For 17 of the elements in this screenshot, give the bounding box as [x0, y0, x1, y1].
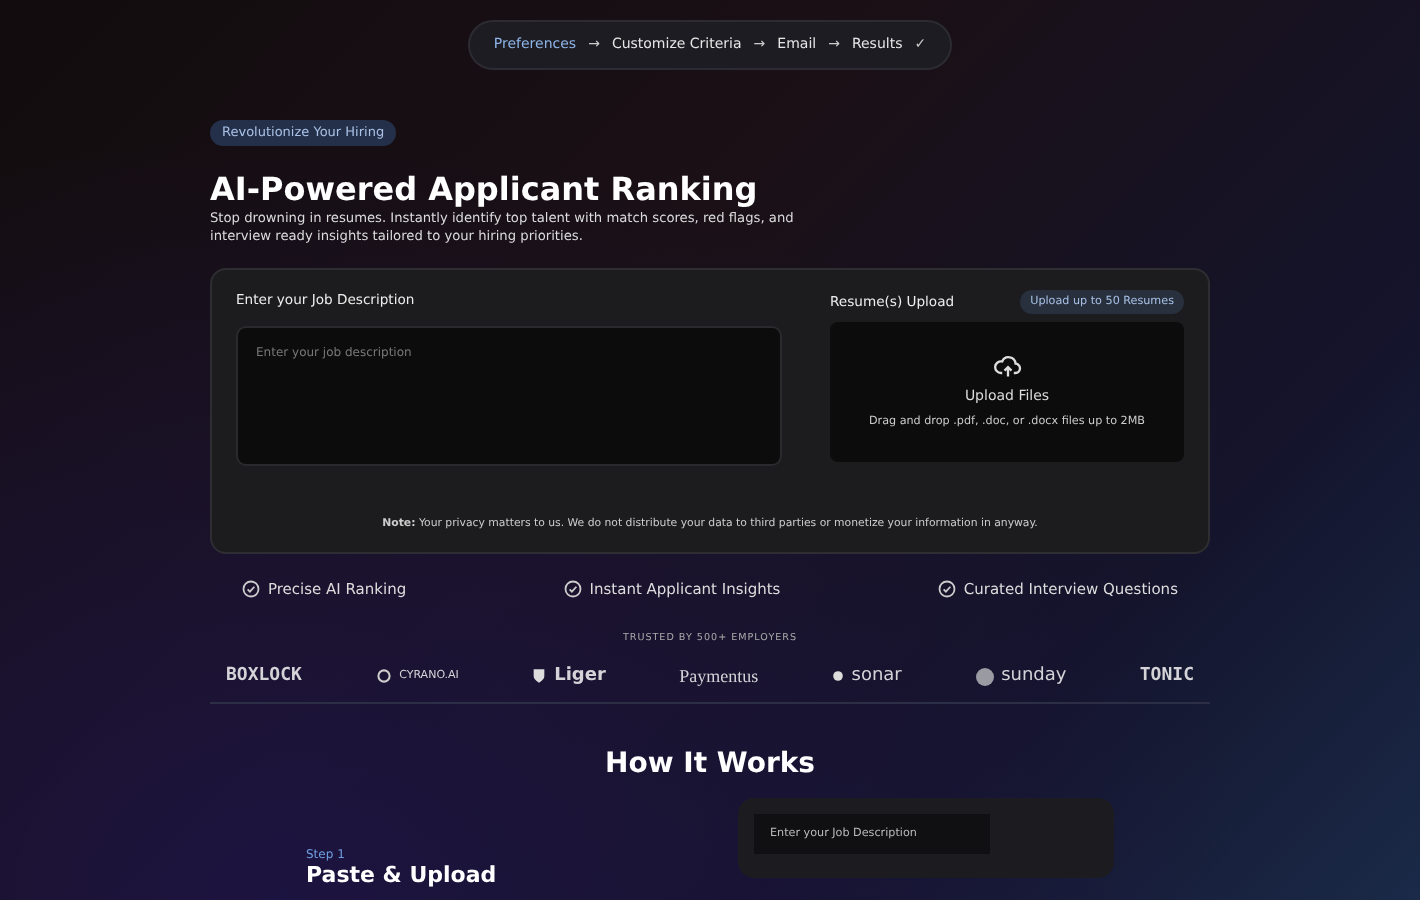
- section-title: How It Works: [602, 748, 818, 782]
- dot-icon: [831, 670, 844, 683]
- step-title: Paste & Upload: [306, 863, 497, 886]
- company-logo: sonar: [851, 663, 902, 690]
- disc-icon: [975, 667, 994, 686]
- shield-icon: [532, 668, 547, 685]
- check-circle-icon: [937, 580, 956, 599]
- company-logo: TONIC: [1139, 663, 1194, 690]
- company-logo: Paymentus: [679, 663, 759, 690]
- ring-icon: [375, 668, 392, 685]
- company-logo: sunday: [1001, 663, 1067, 690]
- check-circle-icon: [563, 580, 582, 599]
- company-logo: BOXLOCK: [226, 663, 302, 690]
- company-logo: Liger: [554, 663, 606, 690]
- hero-title: AI-Powered Applicant Ranking: [210, 169, 760, 208]
- cloud-upload-icon: [993, 353, 1021, 378]
- check-circle-icon: [242, 580, 260, 599]
